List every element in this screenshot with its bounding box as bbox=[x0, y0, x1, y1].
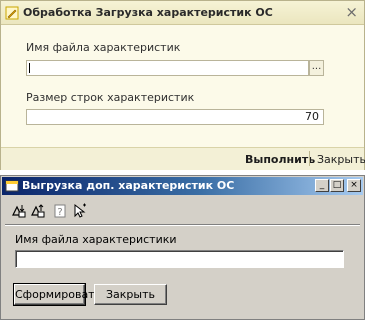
w2-close-button[interactable]: Закрыть bbox=[94, 284, 167, 305]
w2-titlebar[interactable]: Выгрузка доп. характеристик ОС _ □ × bbox=[2, 177, 363, 195]
export-file-name-input[interactable] bbox=[15, 250, 344, 268]
generate-button[interactable]: Сформировать bbox=[13, 283, 101, 306]
w2-close-icon[interactable]: × bbox=[347, 179, 361, 192]
toolbar-divider bbox=[5, 224, 360, 226]
w1-close-icon[interactable]: × bbox=[345, 3, 358, 21]
w1-titlebar[interactable]: Обработка Загрузка характеристик ОС × bbox=[1, 1, 364, 25]
load-icon[interactable] bbox=[30, 203, 46, 219]
execute-button[interactable]: Выполнить bbox=[245, 153, 315, 166]
rows-size-label: Размер строк характеристик bbox=[26, 91, 195, 104]
export-characteristics-window: Выгрузка доп. характеристик ОС _ □ × ? И… bbox=[0, 175, 365, 320]
app-pencil-icon bbox=[5, 6, 19, 20]
rows-size-input[interactable]: 70 bbox=[26, 109, 324, 125]
w2-toolbar: ? bbox=[11, 203, 101, 221]
select-cursor-icon[interactable] bbox=[72, 203, 88, 219]
command-separator bbox=[309, 151, 310, 166]
maximize-icon[interactable]: □ bbox=[330, 179, 344, 192]
app-window-icon bbox=[5, 180, 19, 192]
text-cursor bbox=[29, 63, 30, 73]
help-icon[interactable]: ? bbox=[52, 203, 68, 219]
save-icon[interactable] bbox=[11, 203, 27, 219]
w1-title: Обработка Загрузка характеристик ОС bbox=[23, 6, 273, 19]
file-name-label: Имя файла характеристик bbox=[26, 41, 181, 54]
browse-button[interactable]: ... bbox=[309, 60, 324, 76]
w1-close-button[interactable]: Закрыть bbox=[317, 153, 365, 166]
file-name-input[interactable] bbox=[26, 60, 309, 76]
load-characteristics-window: Обработка Загрузка характеристик ОС × Им… bbox=[0, 0, 365, 170]
minimize-icon[interactable]: _ bbox=[315, 179, 329, 192]
w1-command-bar: Выполнить Закрыть bbox=[1, 147, 365, 170]
svg-text:?: ? bbox=[57, 207, 62, 218]
export-file-name-label: Имя файла характеристики bbox=[15, 233, 177, 246]
w2-title: Выгрузка доп. характеристик ОС bbox=[22, 179, 235, 192]
